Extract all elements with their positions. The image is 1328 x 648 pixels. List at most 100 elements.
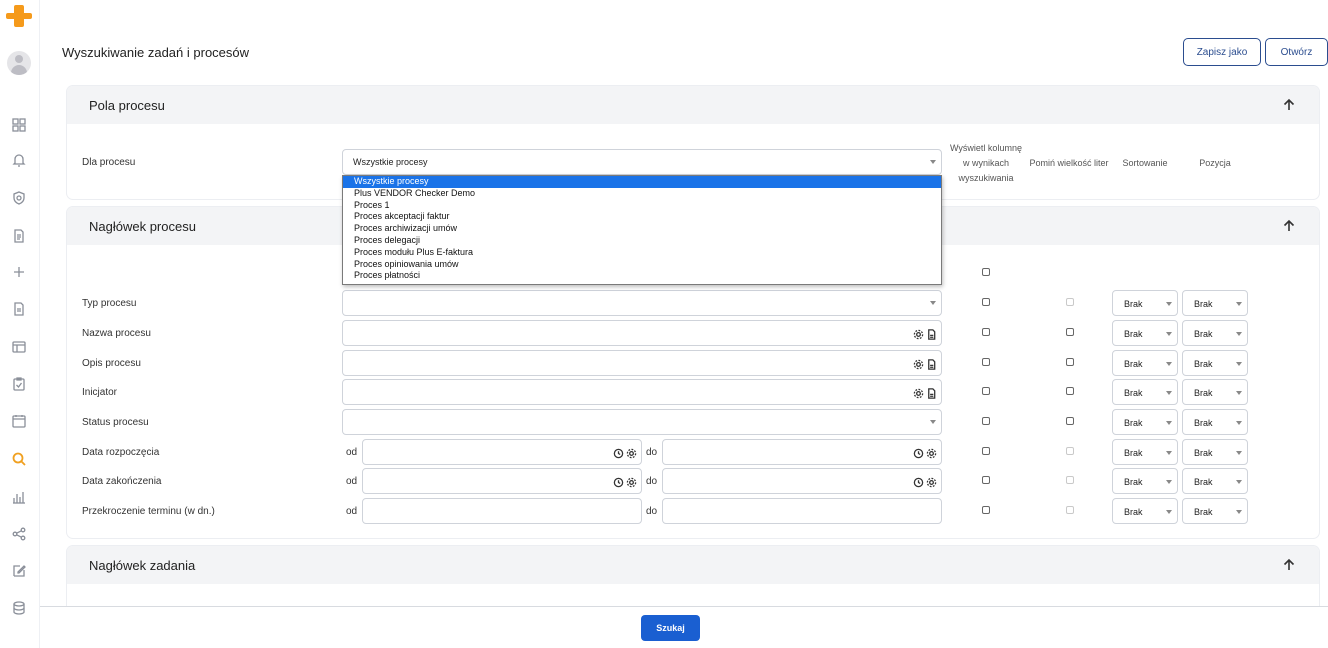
select-value: Brak <box>1124 418 1143 428</box>
ignore-case-checkbox[interactable] <box>1066 417 1074 425</box>
od-label: od <box>346 506 358 517</box>
sort-select[interactable]: Brak <box>1112 379 1178 405</box>
dropdown-option[interactable]: Proces archiwizacji umów <box>343 223 941 235</box>
bell-icon[interactable] <box>10 151 28 169</box>
collapse-arrow-icon[interactable] <box>1281 557 1297 573</box>
ignore-case-checkbox[interactable] <box>1066 387 1074 395</box>
sort-select[interactable]: Brak <box>1112 468 1178 494</box>
search-button[interactable]: Szukaj <box>641 615 700 641</box>
gear-icon[interactable] <box>926 446 937 459</box>
dropdown-option[interactable]: Proces modułu Plus E-faktura <box>343 247 941 259</box>
document-list-icon[interactable] <box>10 227 28 245</box>
database-icon[interactable] <box>10 599 28 617</box>
clipboard-check-icon[interactable] <box>10 375 28 393</box>
position-select[interactable]: Brak <box>1182 379 1248 405</box>
inicjator-input[interactable] <box>342 379 942 405</box>
typ-procesu-select[interactable] <box>342 290 942 316</box>
clock-icon[interactable] <box>613 446 624 459</box>
opis-procesu-input[interactable] <box>342 350 942 376</box>
collapse-arrow-icon[interactable] <box>1281 218 1297 234</box>
nazwa-procesu-input[interactable] <box>342 320 942 346</box>
status-procesu-select[interactable] <box>342 409 942 435</box>
dropdown-option[interactable]: Proces płatności <box>343 270 941 282</box>
sort-select[interactable]: Brak <box>1112 409 1178 435</box>
row-label: Nazwa procesu <box>82 328 151 339</box>
clock-icon[interactable] <box>913 475 924 488</box>
select-value: Brak <box>1194 507 1213 517</box>
gear-icon[interactable] <box>913 327 924 340</box>
clock-icon[interactable] <box>613 475 624 488</box>
dropdown-option[interactable]: Proces 1 <box>343 200 941 212</box>
position-select[interactable]: Brak <box>1182 468 1248 494</box>
document-icon[interactable] <box>926 357 937 370</box>
data-rozpoczecia-do-input[interactable] <box>662 439 942 465</box>
gear-icon[interactable] <box>913 386 924 399</box>
open-button[interactable]: Otwórz <box>1265 38 1328 66</box>
dropdown-option[interactable]: Proces akceptacji faktur <box>343 211 941 223</box>
sort-select[interactable]: Brak <box>1112 290 1178 316</box>
gear-icon[interactable] <box>926 475 937 488</box>
display-checkbox[interactable] <box>982 447 990 455</box>
layout-icon[interactable] <box>10 338 28 356</box>
ignore-case-checkbox[interactable] <box>1066 328 1074 336</box>
edit-icon[interactable] <box>10 562 28 580</box>
sort-select[interactable]: Brak <box>1112 439 1178 465</box>
position-select[interactable]: Brak <box>1182 498 1248 524</box>
sort-select[interactable]: Brak <box>1112 498 1178 524</box>
chevron-down-icon <box>1236 451 1242 455</box>
row-label: Opis procesu <box>82 358 141 369</box>
document-icon[interactable] <box>926 327 937 340</box>
data-zakonczenia-od-input[interactable] <box>362 468 642 494</box>
data-zakonczenia-do-input[interactable] <box>662 468 942 494</box>
dla-procesu-select[interactable]: Wszystkie procesy <box>342 149 942 175</box>
gear-icon[interactable] <box>626 475 637 488</box>
row-label: Data rozpoczęcia <box>82 447 160 458</box>
do-label: do <box>646 476 658 487</box>
position-select[interactable]: Brak <box>1182 320 1248 346</box>
position-select[interactable]: Brak <box>1182 409 1248 435</box>
dropdown-option[interactable]: Proces opiniowania umów <box>343 259 941 271</box>
dashboard-icon[interactable] <box>10 116 28 134</box>
search-icon[interactable] <box>10 450 28 468</box>
select-all-checkbox[interactable] <box>982 268 990 276</box>
data-rozpoczecia-od-input[interactable] <box>362 439 642 465</box>
display-checkbox[interactable] <box>982 417 990 425</box>
ignore-case-checkbox[interactable] <box>1066 358 1074 366</box>
display-checkbox[interactable] <box>982 387 990 395</box>
process-dropdown-list[interactable]: Wszystkie procesy Plus VENDOR Checker De… <box>342 175 942 285</box>
display-checkbox[interactable] <box>982 506 990 514</box>
position-select[interactable]: Brak <box>1182 290 1248 316</box>
plus-icon[interactable] <box>10 263 28 281</box>
przekroczenie-od-input[interactable] <box>362 498 642 524</box>
display-checkbox[interactable] <box>982 328 990 336</box>
sort-select[interactable]: Brak <box>1112 350 1178 376</box>
calendar-icon[interactable] <box>10 412 28 430</box>
share-icon[interactable] <box>10 525 28 543</box>
position-select[interactable]: Brak <box>1182 350 1248 376</box>
logo-icon[interactable] <box>6 3 32 29</box>
dropdown-option[interactable]: Wszystkie procesy <box>343 176 941 188</box>
dropdown-option[interactable]: Plus VENDOR Checker Demo <box>343 188 941 200</box>
przekroczenie-do-input[interactable] <box>662 498 942 524</box>
save-as-button[interactable]: Zapisz jako <box>1183 38 1261 66</box>
avatar[interactable] <box>7 51 31 75</box>
gear-icon[interactable] <box>913 357 924 370</box>
display-checkbox[interactable] <box>982 476 990 484</box>
ignore-case-checkbox <box>1066 506 1074 514</box>
shield-icon[interactable] <box>10 189 28 207</box>
display-checkbox[interactable] <box>982 358 990 366</box>
clock-icon[interactable] <box>913 446 924 459</box>
position-select[interactable]: Brak <box>1182 439 1248 465</box>
document-icon[interactable] <box>926 386 937 399</box>
dropdown-option[interactable]: Proces delegacji <box>343 235 941 247</box>
chevron-down-icon <box>930 160 936 164</box>
document-icon[interactable] <box>10 300 28 318</box>
select-value: Brak <box>1194 299 1213 309</box>
sort-select[interactable]: Brak <box>1112 320 1178 346</box>
gear-icon[interactable] <box>626 446 637 459</box>
collapse-arrow-icon[interactable] <box>1281 97 1297 113</box>
bar-chart-icon[interactable] <box>10 488 28 506</box>
panel-title: Nagłówek zadania <box>89 557 196 573</box>
chevron-down-icon <box>1166 362 1172 366</box>
display-checkbox[interactable] <box>982 298 990 306</box>
